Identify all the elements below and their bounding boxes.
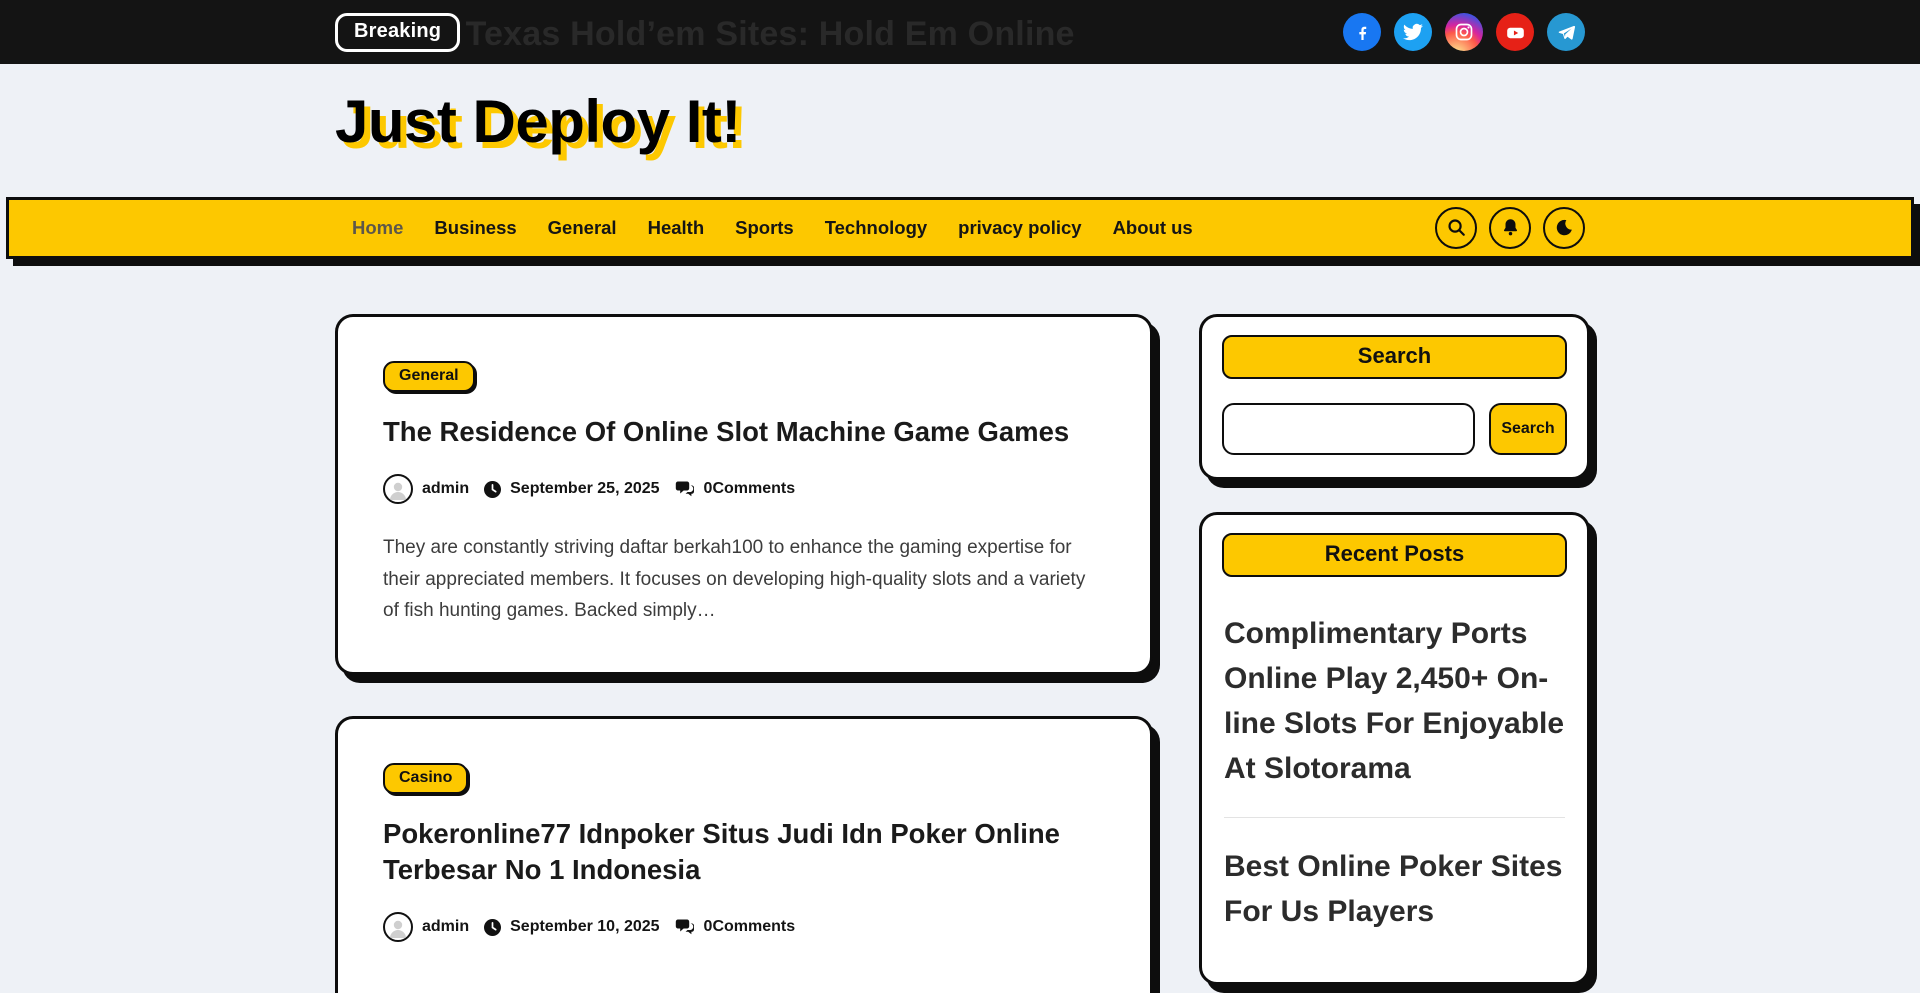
post-comments-count[interactable]: 0Comments — [704, 480, 796, 498]
site-title[interactable]: Just Deploy It! — [335, 86, 755, 159]
comments-icon — [675, 917, 695, 937]
youtube-icon[interactable] — [1496, 13, 1534, 51]
nav-menu: Home Business General Health Sports Tech… — [335, 217, 1193, 239]
comments-icon — [675, 479, 695, 499]
clock-icon — [484, 481, 501, 498]
bell-icon — [1500, 217, 1521, 238]
recent-posts-list: Complimentary Ports Online Play 2,450+ O… — [1222, 585, 1567, 960]
clock-icon — [484, 919, 501, 936]
site-header: Just Deploy It! — [0, 64, 1920, 197]
category-badge[interactable]: Casino — [383, 763, 468, 794]
moon-icon — [1554, 218, 1574, 238]
recent-post-link[interactable]: Best Online Poker Sites For Us Players — [1224, 817, 1565, 960]
post-card: Casino Pokeronline77 Idnpoker Situs Judi… — [335, 716, 1153, 993]
posts-column: General The Residence Of Online Slot Mac… — [335, 314, 1153, 993]
telegram-icon[interactable] — [1547, 13, 1585, 51]
main-nav: Home Business General Health Sports Tech… — [6, 197, 1914, 259]
nav-item-about-us[interactable]: About us — [1113, 217, 1193, 238]
search-widget-title: Search — [1222, 335, 1567, 379]
search-icon — [1446, 217, 1467, 238]
nav-actions — [1435, 207, 1585, 249]
twitter-icon[interactable] — [1394, 13, 1432, 51]
nav-item-home[interactable]: Home — [352, 217, 403, 238]
post-excerpt-clipped — [383, 942, 1105, 993]
top-bar: n Texas Hold’em Sites: Hold Em Online Br… — [0, 0, 1920, 64]
avatar — [383, 474, 413, 504]
nav-item-technology[interactable]: Technology — [825, 217, 927, 238]
nav-item-health[interactable]: Health — [648, 217, 705, 238]
nav-item-business[interactable]: Business — [434, 217, 516, 238]
nav-item-general[interactable]: General — [548, 217, 617, 238]
breaking-badge: Breaking — [335, 13, 460, 52]
social-links — [1343, 13, 1585, 51]
post-meta: admin September 25, 2025 0Comments — [383, 474, 1105, 504]
recent-post-link[interactable]: Complimentary Ports Online Play 2,450+ O… — [1224, 585, 1565, 817]
post-title[interactable]: Pokeronline77 Idnpoker Situs Judi Idn Po… — [383, 816, 1105, 888]
sidebar-search-button[interactable]: Search — [1489, 403, 1567, 455]
ticker-text: n Texas Hold’em Sites: Hold Em Online — [435, 15, 1075, 53]
news-ticker: n Texas Hold’em Sites: Hold Em Online — [435, 15, 1293, 61]
post-comments-count[interactable]: 0Comments — [704, 918, 796, 936]
notifications-button[interactable] — [1489, 207, 1531, 249]
nav-item-privacy-policy[interactable]: privacy policy — [958, 217, 1081, 238]
post-meta: admin September 10, 2025 0Comments — [383, 912, 1105, 942]
post-title[interactable]: The Residence Of Online Slot Machine Gam… — [383, 414, 1105, 450]
sidebar: Search Search Recent Posts Complimentary… — [1199, 314, 1590, 993]
category-badge[interactable]: General — [383, 361, 475, 392]
avatar — [383, 912, 413, 942]
post-date: September 25, 2025 — [510, 480, 659, 498]
recent-posts-title: Recent Posts — [1222, 533, 1567, 577]
recent-posts-widget: Recent Posts Complimentary Ports Online … — [1199, 512, 1590, 985]
instagram-icon[interactable] — [1445, 13, 1483, 51]
facebook-icon[interactable] — [1343, 13, 1381, 51]
nav-item-sports[interactable]: Sports — [735, 217, 794, 238]
post-author[interactable]: admin — [422, 480, 469, 498]
post-excerpt: They are constantly striving daftar berk… — [383, 532, 1105, 625]
dark-mode-toggle[interactable] — [1543, 207, 1585, 249]
post-date: September 10, 2025 — [510, 918, 659, 936]
post-author[interactable]: admin — [422, 918, 469, 936]
search-button[interactable] — [1435, 207, 1477, 249]
search-input[interactable] — [1222, 403, 1475, 455]
post-card: General The Residence Of Online Slot Mac… — [335, 314, 1153, 675]
search-widget: Search Search — [1199, 314, 1590, 480]
